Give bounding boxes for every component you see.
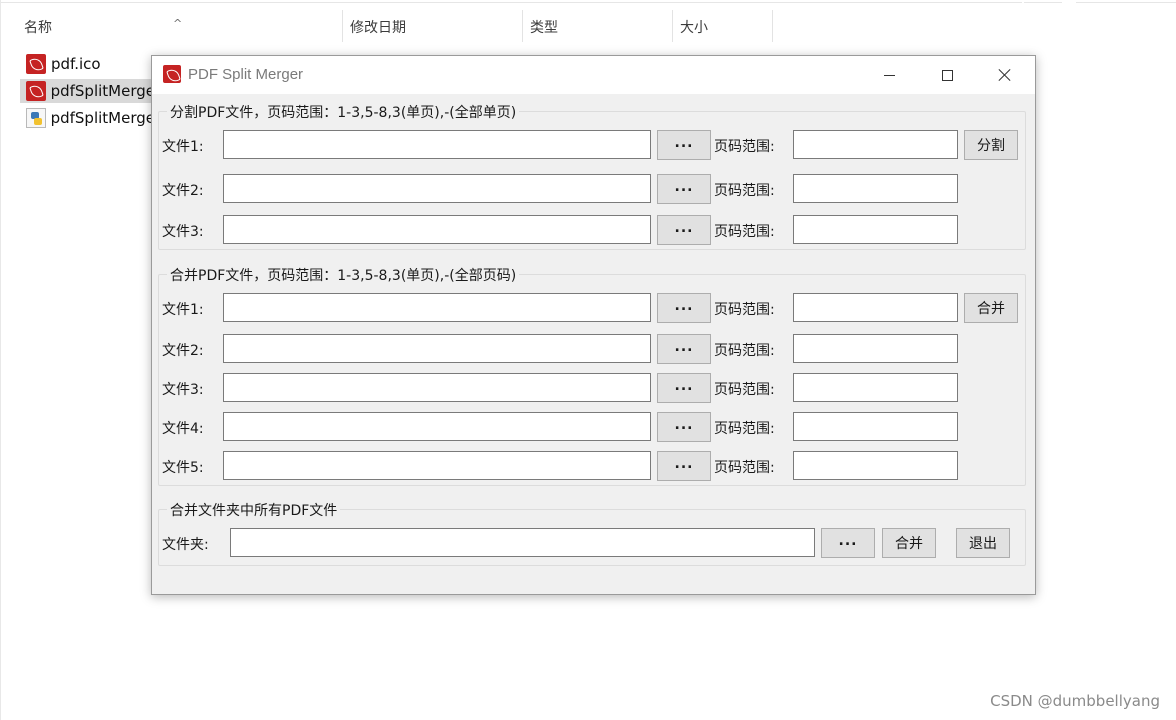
- sort-ascending-icon: ^: [173, 17, 183, 30]
- folder-merge-button[interactable]: 合并: [882, 528, 936, 558]
- split-button[interactable]: 分割: [964, 130, 1018, 160]
- split-file3-range-label: 页码范围:: [714, 224, 775, 240]
- merge-file5-browse-button[interactable]: ...: [657, 451, 711, 481]
- merge-file3-browse-button[interactable]: ...: [657, 373, 711, 403]
- merge-file4-input[interactable]: [223, 412, 651, 441]
- merge-file1-label: 文件1:: [162, 302, 204, 318]
- merge-file2-label: 文件2:: [162, 343, 204, 359]
- column-header-size[interactable]: 大小: [680, 17, 708, 37]
- column-divider[interactable]: [772, 10, 773, 42]
- column-divider[interactable]: [522, 10, 523, 42]
- merge-file3-input[interactable]: [223, 373, 651, 402]
- title-bar[interactable]: PDF Split Merger: [152, 56, 1035, 94]
- split-file1-range-label: 页码范围:: [714, 139, 775, 155]
- split-file2-label: 文件2:: [162, 183, 204, 199]
- folder-label: 文件夹:: [162, 537, 209, 553]
- file-name: pdfSplitMerge: [50, 109, 155, 127]
- split-file3-range-input[interactable]: [793, 215, 958, 244]
- merge-file2-browse-button[interactable]: ...: [657, 334, 711, 364]
- merge-file5-label: 文件5:: [162, 460, 204, 476]
- merge-file4-range-label: 页码范围:: [714, 421, 775, 437]
- merge-file5-range-label: 页码范围:: [714, 460, 775, 476]
- split-file3-browse-button[interactable]: ...: [657, 215, 711, 245]
- merge-file4-browse-button[interactable]: ...: [657, 412, 711, 442]
- pdf-icon: [26, 81, 46, 101]
- merge-file3-label: 文件3:: [162, 382, 204, 398]
- split-file3-label: 文件3:: [162, 224, 204, 240]
- split-file2-input[interactable]: [223, 174, 651, 203]
- merge-file1-browse-button[interactable]: ...: [657, 293, 711, 323]
- merge-file1-range-input[interactable]: [793, 293, 958, 322]
- split-file2-range-input[interactable]: [793, 174, 958, 203]
- split-file2-range-label: 页码范围:: [714, 183, 775, 199]
- pdf-icon: [26, 54, 46, 74]
- top-border: [1076, 0, 1176, 3]
- pdf-split-merger-window: PDF Split Merger 分割PDF文件，页码范围：1-3,5-8,3(…: [151, 55, 1036, 595]
- column-header-type[interactable]: 类型: [530, 17, 558, 37]
- close-icon: [998, 68, 1012, 82]
- split-file1-input[interactable]: [223, 130, 651, 159]
- minimize-button[interactable]: [860, 56, 918, 94]
- column-divider[interactable]: [342, 10, 343, 42]
- split-file2-browse-button[interactable]: ...: [657, 174, 711, 204]
- merge-file1-input[interactable]: [223, 293, 651, 322]
- column-header-date-modified[interactable]: 修改日期: [350, 17, 406, 37]
- merge-file3-range-label: 页码范围:: [714, 382, 775, 398]
- top-border: [0, 0, 1022, 3]
- top-border: [1024, 0, 1062, 3]
- split-file1-label: 文件1:: [162, 139, 204, 155]
- minimize-icon: [883, 74, 895, 76]
- file-list-item[interactable]: pdfSplitMerge: [20, 106, 155, 130]
- close-button[interactable]: [976, 56, 1034, 94]
- column-divider[interactable]: [672, 10, 673, 42]
- merge-file1-range-label: 页码范围:: [714, 302, 775, 318]
- merge-file2-input[interactable]: [223, 334, 651, 363]
- merge-file4-label: 文件4:: [162, 421, 204, 437]
- file-list-item-selected[interactable]: pdfSplitMerge: [20, 79, 155, 103]
- folder-input[interactable]: [230, 528, 815, 557]
- file-list-item[interactable]: pdf.ico: [20, 52, 155, 76]
- merge-section-title: 合并PDF文件，页码范围：1-3,5-8,3(单页),-(全部页码): [167, 265, 520, 285]
- folder-section-title: 合并文件夹中所有PDF文件: [167, 500, 341, 520]
- watermark: CSDN @dumbbellyang: [990, 692, 1160, 710]
- column-header-name[interactable]: 名称: [24, 17, 52, 37]
- split-file1-browse-button[interactable]: ...: [657, 130, 711, 160]
- maximize-icon: [941, 69, 953, 81]
- merge-file4-range-input[interactable]: [793, 412, 958, 441]
- merge-button[interactable]: 合并: [964, 293, 1018, 323]
- column-header-bar: ^ 名称 修改日期 类型 大小: [0, 10, 1176, 42]
- split-file1-range-input[interactable]: [793, 130, 958, 159]
- merge-file5-input[interactable]: [223, 451, 651, 480]
- split-file3-input[interactable]: [223, 215, 651, 244]
- window-title: PDF Split Merger: [188, 66, 304, 83]
- explorer-left-border: [0, 0, 1, 720]
- file-name: pdf.ico: [51, 55, 101, 73]
- merge-file5-range-input[interactable]: [793, 451, 958, 480]
- merge-file2-range-input[interactable]: [793, 334, 958, 363]
- merge-file3-range-input[interactable]: [793, 373, 958, 402]
- exit-button[interactable]: 退出: [956, 528, 1010, 558]
- merge-file2-range-label: 页码范围:: [714, 343, 775, 359]
- maximize-button[interactable]: [918, 56, 976, 94]
- split-section-title: 分割PDF文件，页码范围：1-3,5-8,3(单页),-(全部单页): [167, 102, 520, 122]
- explorer-top-strip: [0, 0, 1176, 4]
- folder-browse-button[interactable]: ...: [821, 528, 875, 558]
- python-file-icon: [26, 108, 46, 128]
- app-pdf-icon: [163, 65, 181, 83]
- file-name: pdfSplitMerge: [50, 82, 155, 100]
